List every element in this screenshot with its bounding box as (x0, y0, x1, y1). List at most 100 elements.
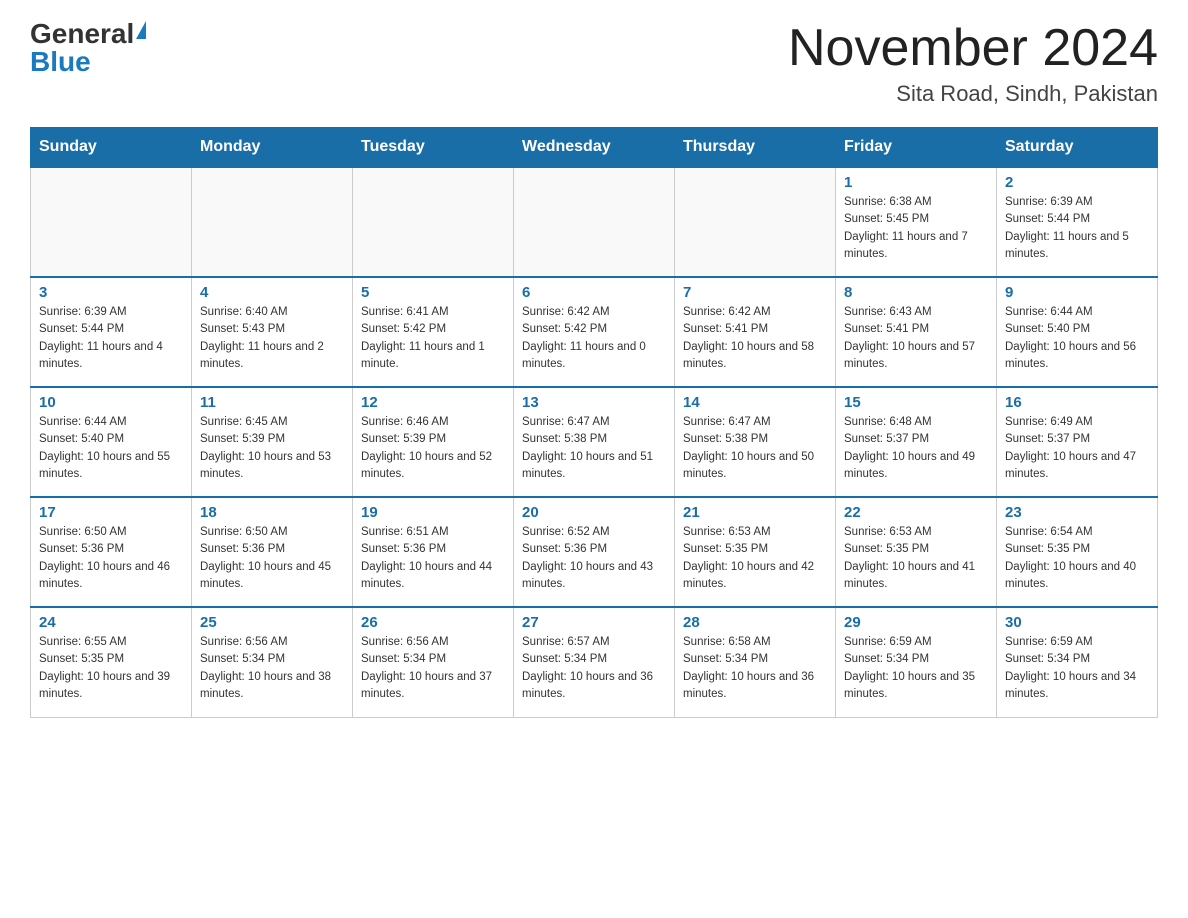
calendar-cell: 12 Sunrise: 6:46 AM Sunset: 5:39 PM Dayli… (353, 387, 514, 497)
day-info: Sunrise: 6:52 AM Sunset: 5:36 PM Dayligh… (522, 524, 666, 593)
day-info: Sunrise: 6:56 AM Sunset: 5:34 PM Dayligh… (200, 634, 344, 703)
logo-triangle-icon (136, 21, 146, 39)
calendar-cell: 2 Sunrise: 6:39 AM Sunset: 5:44 PM Daylig… (997, 167, 1158, 277)
day-number: 18 (200, 504, 344, 521)
day-info: Sunrise: 6:53 AM Sunset: 5:35 PM Dayligh… (844, 524, 988, 593)
calendar-cell: 20 Sunrise: 6:52 AM Sunset: 5:36 PM Dayli… (514, 497, 675, 607)
calendar-cell: 22Sunrise: 6:53 AM Sunset: 5:35 PM Dayli… (836, 497, 997, 607)
day-number: 25 (200, 614, 344, 631)
day-number: 15 (844, 394, 988, 411)
day-number: 6 (522, 284, 666, 301)
calendar-cell: 30 Sunrise: 6:59 AM Sunset: 5:34 PM Dayli… (997, 607, 1158, 717)
day-number: 14 (683, 394, 827, 411)
day-number: 2 (1005, 174, 1149, 191)
calendar-cell: 10 Sunrise: 6:44 AM Sunset: 5:40 PM Dayli… (31, 387, 192, 497)
day-number: 19 (361, 504, 505, 521)
weekday-header-thursday: Thursday (675, 128, 836, 168)
calendar-cell: 15 Sunrise: 6:48 AM Sunset: 5:37 PM Dayli… (836, 387, 997, 497)
calendar-cell (514, 167, 675, 277)
calendar-cell (353, 167, 514, 277)
day-info: Sunrise: 6:50 AM Sunset: 5:36 PM Dayligh… (200, 524, 344, 593)
day-info: Sunrise: 6:45 AM Sunset: 5:39 PM Dayligh… (200, 414, 344, 483)
calendar-cell (192, 167, 353, 277)
day-number: 4 (200, 284, 344, 301)
calendar-cell (675, 167, 836, 277)
calendar-cell: 5 Sunrise: 6:41 AM Sunset: 5:42 PM Daylig… (353, 277, 514, 387)
day-number: 27 (522, 614, 666, 631)
logo-blue-text: Blue (30, 48, 91, 76)
day-number: 30 (1005, 614, 1149, 631)
day-info: Sunrise: 6:44 AM Sunset: 5:40 PM Dayligh… (39, 414, 183, 483)
day-number: 11 (200, 394, 344, 411)
day-number: 21 (683, 504, 827, 521)
calendar-cell: 29Sunrise: 6:59 AM Sunset: 5:34 PM Dayli… (836, 607, 997, 717)
day-number: 9 (1005, 284, 1149, 301)
weekday-header-row: SundayMondayTuesdayWednesdayThursdayFrid… (31, 128, 1158, 168)
day-number: 12 (361, 394, 505, 411)
week-row-1: 1 Sunrise: 6:38 AM Sunset: 5:45 PM Daylig… (31, 167, 1158, 277)
day-info: Sunrise: 6:44 AM Sunset: 5:40 PM Dayligh… (1005, 304, 1149, 373)
calendar-cell: 27 Sunrise: 6:57 AM Sunset: 5:34 PM Dayli… (514, 607, 675, 717)
day-info: Sunrise: 6:42 AM Sunset: 5:41 PM Dayligh… (683, 304, 827, 373)
calendar-cell: 26 Sunrise: 6:56 AM Sunset: 5:34 PM Dayli… (353, 607, 514, 717)
weekday-header-monday: Monday (192, 128, 353, 168)
day-info: Sunrise: 6:58 AM Sunset: 5:34 PM Dayligh… (683, 634, 827, 703)
calendar-cell: 11 Sunrise: 6:45 AM Sunset: 5:39 PM Dayli… (192, 387, 353, 497)
day-info: Sunrise: 6:57 AM Sunset: 5:34 PM Dayligh… (522, 634, 666, 703)
calendar-cell: 9 Sunrise: 6:44 AM Sunset: 5:40 PM Daylig… (997, 277, 1158, 387)
day-info: Sunrise: 6:53 AM Sunset: 5:35 PM Dayligh… (683, 524, 827, 593)
day-info: Sunrise: 6:43 AM Sunset: 5:41 PM Dayligh… (844, 304, 988, 373)
day-number: 24 (39, 614, 183, 631)
calendar-cell: 13 Sunrise: 6:47 AM Sunset: 5:38 PM Dayli… (514, 387, 675, 497)
day-number: 3 (39, 284, 183, 301)
day-info: Sunrise: 6:40 AM Sunset: 5:43 PM Dayligh… (200, 304, 344, 373)
day-info: Sunrise: 6:46 AM Sunset: 5:39 PM Dayligh… (361, 414, 505, 483)
weekday-header-saturday: Saturday (997, 128, 1158, 168)
day-number: 26 (361, 614, 505, 631)
day-number: 10 (39, 394, 183, 411)
calendar-cell: 6 Sunrise: 6:42 AM Sunset: 5:42 PM Daylig… (514, 277, 675, 387)
day-number: 8 (844, 284, 988, 301)
day-info: Sunrise: 6:48 AM Sunset: 5:37 PM Dayligh… (844, 414, 988, 483)
calendar-cell: 24 Sunrise: 6:55 AM Sunset: 5:35 PM Dayli… (31, 607, 192, 717)
day-info: Sunrise: 6:50 AM Sunset: 5:36 PM Dayligh… (39, 524, 183, 593)
calendar-cell: 7Sunrise: 6:42 AM Sunset: 5:41 PM Daylig… (675, 277, 836, 387)
calendar-cell: 14 Sunrise: 6:47 AM Sunset: 5:38 PM Dayli… (675, 387, 836, 497)
day-info: Sunrise: 6:54 AM Sunset: 5:35 PM Dayligh… (1005, 524, 1149, 593)
location-subtitle: Sita Road, Sindh, Pakistan (788, 81, 1158, 107)
calendar-cell: 17Sunrise: 6:50 AM Sunset: 5:36 PM Dayli… (31, 497, 192, 607)
day-number: 1 (844, 174, 988, 191)
calendar-cell: 28 Sunrise: 6:58 AM Sunset: 5:34 PM Dayli… (675, 607, 836, 717)
logo-general-text: General (30, 20, 134, 48)
day-number: 16 (1005, 394, 1149, 411)
week-row-2: 3 Sunrise: 6:39 AM Sunset: 5:44 PM Daylig… (31, 277, 1158, 387)
day-number: 20 (522, 504, 666, 521)
day-info: Sunrise: 6:41 AM Sunset: 5:42 PM Dayligh… (361, 304, 505, 373)
weekday-header-wednesday: Wednesday (514, 128, 675, 168)
day-info: Sunrise: 6:47 AM Sunset: 5:38 PM Dayligh… (522, 414, 666, 483)
day-number: 5 (361, 284, 505, 301)
day-info: Sunrise: 6:47 AM Sunset: 5:38 PM Dayligh… (683, 414, 827, 483)
calendar-cell: 1 Sunrise: 6:38 AM Sunset: 5:45 PM Daylig… (836, 167, 997, 277)
weekday-header-friday: Friday (836, 128, 997, 168)
calendar-cell: 25 Sunrise: 6:56 AM Sunset: 5:34 PM Dayli… (192, 607, 353, 717)
day-info: Sunrise: 6:39 AM Sunset: 5:44 PM Dayligh… (39, 304, 183, 373)
calendar-cell: 4 Sunrise: 6:40 AM Sunset: 5:43 PM Daylig… (192, 277, 353, 387)
title-block: November 2024 Sita Road, Sindh, Pakistan (788, 20, 1158, 107)
day-info: Sunrise: 6:55 AM Sunset: 5:35 PM Dayligh… (39, 634, 183, 703)
weekday-header-tuesday: Tuesday (353, 128, 514, 168)
weekday-header-sunday: Sunday (31, 128, 192, 168)
calendar-cell: 3 Sunrise: 6:39 AM Sunset: 5:44 PM Daylig… (31, 277, 192, 387)
day-info: Sunrise: 6:59 AM Sunset: 5:34 PM Dayligh… (1005, 634, 1149, 703)
day-number: 13 (522, 394, 666, 411)
calendar-table: SundayMondayTuesdayWednesdayThursdayFrid… (30, 127, 1158, 718)
calendar-cell: 18 Sunrise: 6:50 AM Sunset: 5:36 PM Dayli… (192, 497, 353, 607)
day-info: Sunrise: 6:39 AM Sunset: 5:44 PM Dayligh… (1005, 194, 1149, 263)
day-info: Sunrise: 6:38 AM Sunset: 5:45 PM Dayligh… (844, 194, 988, 263)
day-info: Sunrise: 6:42 AM Sunset: 5:42 PM Dayligh… (522, 304, 666, 373)
day-number: 28 (683, 614, 827, 631)
day-info: Sunrise: 6:56 AM Sunset: 5:34 PM Dayligh… (361, 634, 505, 703)
calendar-cell: 21 Sunrise: 6:53 AM Sunset: 5:35 PM Dayli… (675, 497, 836, 607)
page-header: General Blue November 2024 Sita Road, Si… (30, 20, 1158, 107)
calendar-cell: 23Sunrise: 6:54 AM Sunset: 5:35 PM Dayli… (997, 497, 1158, 607)
